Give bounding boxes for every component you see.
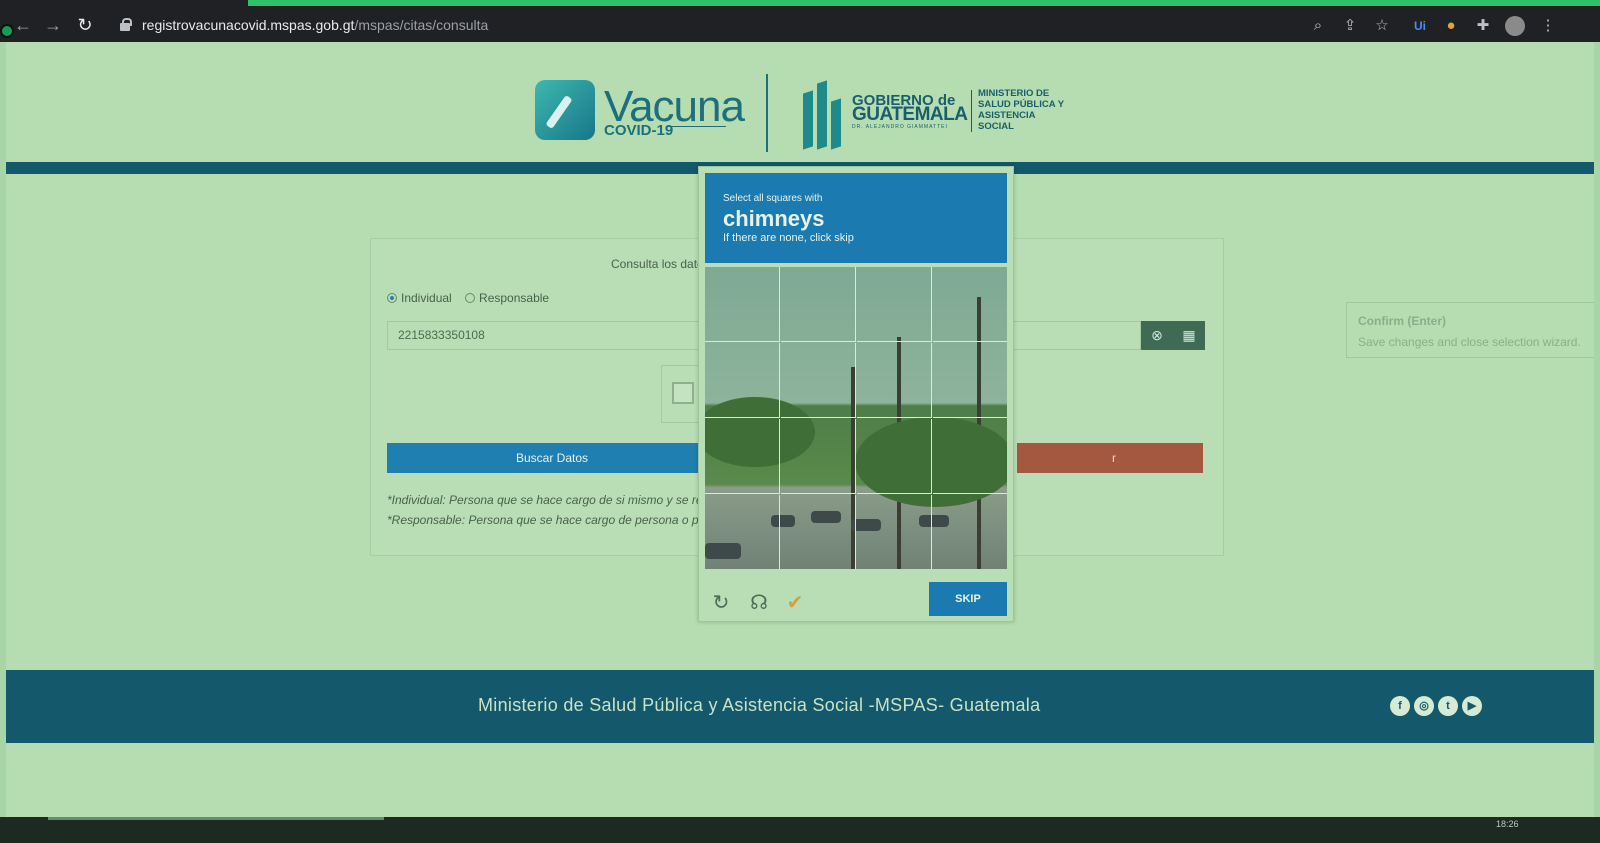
captcha-hint: If there are none, click skip [723,232,854,244]
captcha-tile[interactable] [933,343,1007,418]
clear-icon[interactable]: ⊗ [1141,321,1173,350]
extensions-puzzle-icon[interactable]: ✚ [1473,16,1493,36]
captcha-tile[interactable] [705,267,780,342]
captcha-tile[interactable] [705,495,780,569]
captcha-tile[interactable] [857,343,932,418]
skip-button[interactable]: SKIP [929,582,1007,616]
share-icon[interactable]: ⇪ [1340,16,1360,36]
captcha-tile[interactable] [781,267,856,342]
note-responsable: *Responsable: Persona que se hace cargo … [387,513,726,527]
site-header: Vacuna COVID-19 GOBIERNO de GUATEMALA DR… [6,42,1594,162]
url-text: registrovacunacovid.mspas.gob.gt/mspas/c… [142,17,488,33]
captcha-tile[interactable] [781,343,856,418]
confirm-title: Confirm (Enter) [1358,314,1446,328]
captcha-target: chimneys [723,206,825,231]
captcha-tile[interactable] [933,419,1007,494]
captcha-tile[interactable] [705,343,780,418]
address-bar[interactable]: registrovacunacovid.mspas.gob.gt/mspas/c… [108,11,1346,39]
headphones-icon[interactable]: ☊ [747,591,771,615]
lock-icon [120,18,132,31]
radio-individual-label[interactable]: Individual [401,291,452,305]
radio-responsable-label[interactable]: Responsable [479,291,549,305]
recaptcha-checkbox[interactable] [672,382,694,404]
captcha-tile[interactable] [857,419,932,494]
confirm-tooltip[interactable]: Confirm (Enter) Save changes and close s… [1346,302,1594,358]
footer-text: Ministerio de Salud Pública y Asistencia… [478,695,1041,715]
bookmark-star-icon[interactable]: ☆ [1372,16,1392,36]
president-text: DR. ALEJANDRO GIAMMATTEI [852,124,948,130]
accessibility-user-icon[interactable]: ✔ [783,591,807,615]
guatemala-text: GUATEMALA [852,104,968,125]
buscar-datos-button[interactable]: Buscar Datos [387,443,717,473]
refresh-icon[interactable]: ↻ [709,591,733,615]
twitter-icon[interactable]: t [1438,696,1458,716]
logo-divider [766,74,768,152]
vacuna-logo-subtext: COVID-19 [604,122,674,139]
captcha-tile[interactable] [933,495,1007,569]
url-host: registrovacunacovid.mspas.gob.gt [142,17,355,33]
profile-avatar-icon[interactable] [1505,16,1525,36]
confirm-description: Save changes and close selection wizard. [1358,335,1581,349]
url-path: /mspas/citas/consulta [354,17,489,33]
gobierno-logo-icon [803,78,845,150]
ui-extension-icon[interactable]: Ui [1410,16,1430,36]
form-title: Consulta los datos [611,257,710,271]
zoom-icon[interactable]: ⌕ [1308,16,1328,36]
tab-strip [0,0,1600,8]
browser-toolbar: ← → ↻ registrovacunacovid.mspas.gob.gt/m… [0,8,1600,42]
captcha-tile[interactable] [705,419,780,494]
captcha-tile[interactable] [781,495,856,569]
captcha-header: Select all squares with chimneys If ther… [705,173,1007,263]
captcha-tile[interactable] [933,267,1007,342]
captcha-challenge: Select all squares with chimneys If ther… [698,166,1014,622]
back-icon[interactable]: ← [12,14,34,36]
note-individual: *Individual: Persona que se hace cargo d… [387,493,728,507]
menu-kebab-icon[interactable]: ⋮ [1538,16,1558,36]
forward-icon[interactable]: → [42,14,64,36]
radio-responsable[interactable] [465,293,476,303]
secondary-button-label: r [1112,451,1116,465]
facebook-icon[interactable]: f [1390,696,1410,716]
user-check-extension-icon[interactable]: ● [1441,16,1461,36]
clock: 18:26 [1496,819,1519,829]
captcha-image-grid [705,267,1007,569]
type-radio-group: Individual Responsable [387,291,559,305]
captcha-tile[interactable] [857,267,932,342]
captcha-tile[interactable] [857,495,932,569]
os-taskbar: 18:26 [0,817,1600,843]
ministry-logo-text: MINISTERIO DE SALUD PÚBLICA Y ASISTENCIA… [978,88,1064,132]
youtube-icon[interactable]: ▶ [1462,696,1482,716]
secondary-action-button[interactable]: r [1017,443,1203,473]
calendar-icon[interactable]: ▦ [1173,321,1205,350]
active-window-indicator [48,817,384,820]
instagram-icon[interactable]: ◎ [1414,696,1434,716]
reload-icon[interactable]: ↻ [74,14,96,36]
captcha-prompt: Select all squares with [723,193,823,204]
site-footer: Ministerio de Salud Pública y Asistencia… [6,670,1594,743]
captcha-tile[interactable] [781,419,856,494]
logo-underline [666,126,726,127]
radio-individual[interactable] [387,293,397,303]
logo-divider-small [971,90,972,132]
vacuna-logo-icon [535,80,595,140]
loading-bar [248,0,1600,6]
